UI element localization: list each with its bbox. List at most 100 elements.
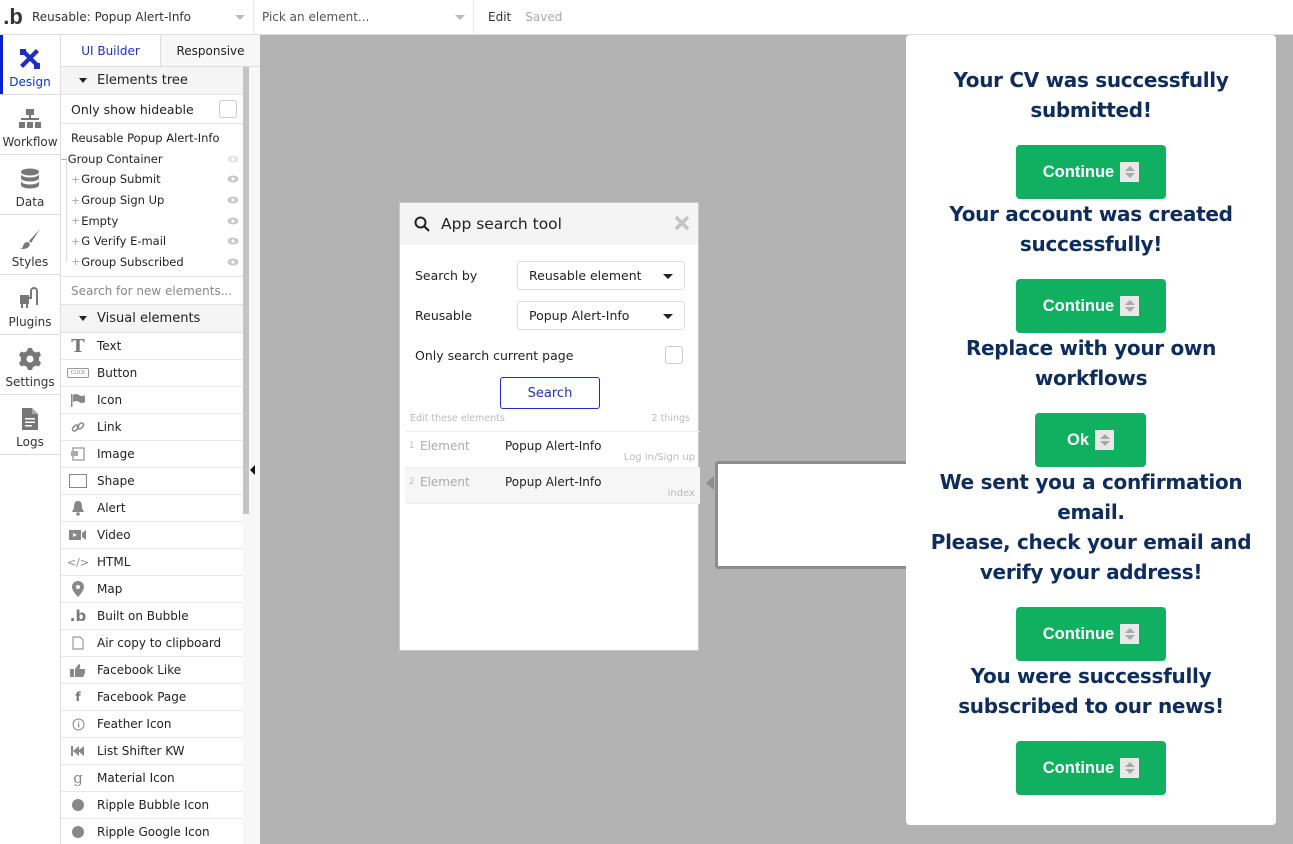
message-line: submitted!	[1030, 98, 1152, 122]
nav-settings[interactable]: Settings	[0, 335, 60, 395]
collapse-panel-icon[interactable]	[248, 464, 256, 476]
message-replace-workflows[interactable]: Replace with your own workflows	[906, 333, 1276, 393]
caret-down-icon	[663, 313, 673, 319]
continue-button[interactable]: Continue	[1016, 741, 1166, 795]
element-alert[interactable]: Alert	[61, 495, 243, 523]
element-built-on-bubble[interactable]: .b Built on Bubble	[61, 603, 243, 631]
tree-item-label: Group Container	[67, 151, 163, 166]
design-icon	[20, 49, 40, 69]
search-button[interactable]: Search	[500, 377, 600, 409]
element-shape[interactable]: Shape	[61, 468, 243, 496]
eye-icon[interactable]	[227, 196, 239, 204]
expand-icon[interactable]: +	[71, 214, 80, 227]
visual-elements-header[interactable]: Visual elements	[61, 305, 243, 334]
only-show-hideable-label: Only show hideable	[71, 101, 194, 117]
bubble-logo[interactable]: .b	[2, 0, 24, 35]
search-by-row: Search by Reusable element	[400, 255, 698, 295]
caret-down-icon	[663, 273, 673, 279]
nav-styles[interactable]: Styles	[0, 215, 60, 275]
element-image[interactable]: Image	[61, 441, 243, 469]
continue-button[interactable]: Continue	[1016, 279, 1166, 333]
tree-item[interactable]: + G Verify E-mail	[61, 231, 243, 252]
element-ripple-google-icon[interactable]: Ripple Google Icon	[61, 819, 243, 844]
element-button[interactable]: CLICK Button	[61, 360, 243, 388]
search-tool-header: App search tool	[400, 203, 698, 245]
tree-item-group-container[interactable]: – Group Container	[61, 149, 243, 170]
elements-tree-header[interactable]: Elements tree	[61, 67, 243, 95]
thumbs-up-icon	[64, 663, 92, 678]
message-subscribed[interactable]: You were successfully subscribed to our …	[906, 661, 1276, 721]
reusable-dropdown[interactable]: Popup Alert-Info	[517, 300, 685, 330]
callout-arrow-icon	[706, 476, 714, 490]
element-ripple-bubble-icon[interactable]: Ripple Bubble Icon	[61, 792, 243, 820]
search-new-elements-input[interactable]: Search for new elements...	[61, 277, 243, 306]
nav-plugins[interactable]: Plugins	[0, 275, 60, 335]
only-current-page-checkbox[interactable]	[665, 346, 683, 364]
results-list: 1 Element Popup Alert-Info Log in/Sign u…	[405, 431, 700, 504]
element-text[interactable]: T Text	[61, 333, 243, 361]
nav-workflow[interactable]: Workflow	[0, 95, 60, 155]
continue-button[interactable]: Continue	[1016, 145, 1166, 199]
tab-responsive[interactable]: Responsive	[161, 35, 260, 66]
element-material-icon[interactable]: g Material Icon	[61, 765, 243, 793]
elements-tree-title: Elements tree	[97, 73, 188, 88]
element-picker-dropdown[interactable]: Pick an element...	[254, 0, 474, 35]
panel-scrollbar[interactable]	[243, 67, 249, 514]
tree-item[interactable]: + Group Submit	[61, 169, 243, 190]
tree-item-root[interactable]: Reusable Popup Alert-Info	[61, 128, 243, 149]
button-label: Continue	[1042, 296, 1115, 315]
eye-icon[interactable]	[227, 175, 239, 183]
eye-icon[interactable]	[227, 258, 239, 266]
popup-alert-info-preview[interactable]: Your CV was successfully submitted! Cont…	[906, 35, 1276, 825]
page-selector-dropdown[interactable]: Reusable: Popup Alert-Info	[24, 0, 254, 35]
message-account-created[interactable]: Your account was created successfully!	[906, 199, 1276, 259]
element-label: Text	[97, 339, 122, 354]
eye-icon[interactable]	[227, 217, 239, 225]
search-by-dropdown[interactable]: Reusable element	[517, 260, 685, 290]
nav-logs[interactable]: Logs	[0, 395, 60, 455]
nav-label: Settings	[5, 375, 55, 389]
tree-item[interactable]: + Group Sign Up	[61, 190, 243, 211]
nav-data[interactable]: Data	[0, 155, 60, 215]
message-confirmation-email[interactable]: We sent you a confirmation email. Please…	[906, 467, 1276, 587]
ok-button[interactable]: Ok	[1035, 413, 1146, 467]
eye-icon[interactable]	[227, 155, 239, 163]
element-icon[interactable]: Icon	[61, 387, 243, 415]
element-feather-icon[interactable]: Feather Icon	[61, 711, 243, 739]
only-show-hideable-row: Only show hideable	[61, 95, 243, 124]
top-bar: .b Reusable: Popup Alert-Info Pick an el…	[0, 0, 1293, 35]
continue-button[interactable]: Continue	[1016, 607, 1166, 661]
document-icon	[22, 408, 38, 430]
result-row[interactable]: 2 Element Popup Alert-Info index	[405, 468, 700, 504]
chevron-down-icon	[455, 14, 465, 20]
element-map[interactable]: Map	[61, 576, 243, 604]
element-label: Icon	[97, 393, 123, 408]
close-icon[interactable]	[674, 215, 690, 231]
element-facebook-like[interactable]: Facebook Like	[61, 657, 243, 685]
tab-ui-builder[interactable]: UI Builder	[61, 35, 161, 66]
expand-icon[interactable]: +	[71, 173, 80, 186]
element-air-copy[interactable]: Air copy to clipboard	[61, 630, 243, 658]
result-row[interactable]: 1 Element Popup Alert-Info Log in/Sign u…	[405, 432, 700, 468]
element-video[interactable]: Video	[61, 522, 243, 550]
workflow-icon	[19, 109, 41, 128]
search-tool-title: App search tool	[441, 215, 562, 233]
element-list-shifter[interactable]: List Shifter KW	[61, 738, 243, 766]
tree-item[interactable]: + Group Subscribed	[61, 252, 243, 273]
expand-icon[interactable]: +	[71, 235, 80, 248]
tree-item[interactable]: + Empty	[61, 210, 243, 231]
collapse-icon[interactable]: –	[61, 152, 67, 166]
edit-menu[interactable]: Edit	[488, 10, 511, 24]
expand-icon[interactable]: +	[71, 255, 80, 268]
button-label: Ok	[1066, 430, 1089, 449]
element-facebook-page[interactable]: f Facebook Page	[61, 684, 243, 712]
element-html[interactable]: </> HTML	[61, 549, 243, 577]
message-cv-submitted[interactable]: Your CV was successfully submitted!	[906, 65, 1276, 125]
expand-icon[interactable]: +	[71, 194, 80, 207]
only-show-hideable-checkbox[interactable]	[219, 100, 237, 118]
element-link[interactable]: Link	[61, 414, 243, 442]
app-search-tool: App search tool Search by Reusable eleme…	[399, 202, 700, 651]
eye-icon[interactable]	[227, 237, 239, 245]
result-number: 2	[409, 477, 415, 487]
nav-design[interactable]: Design	[0, 35, 60, 95]
